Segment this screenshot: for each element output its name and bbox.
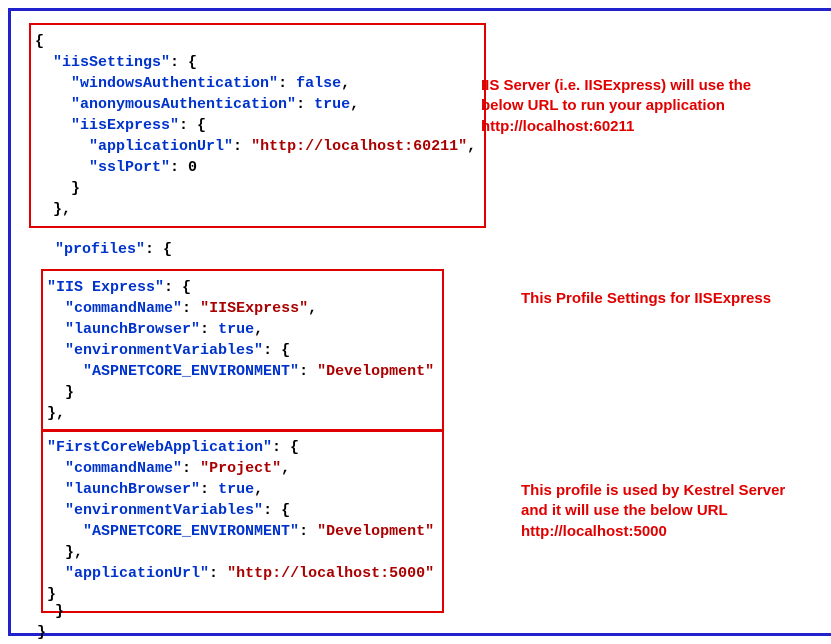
key-appurl: "applicationUrl": [89, 138, 233, 155]
annot3-line1: This profile is used by Kestrel Server: [521, 482, 785, 499]
document-frame: { "iisSettings": { "windowsAuthenticatio…: [8, 8, 831, 636]
kestrel-profile-redbox: "FirstCoreWebApplication": { "commandNam…: [41, 429, 444, 613]
kestrel-profile-block: "FirstCoreWebApplication": { "commandNam…: [41, 429, 444, 613]
val-url2: "http://localhost:5000": [227, 565, 434, 582]
key-profiles: "profiles": [55, 241, 145, 258]
iis-settings-redbox: { "iisSettings": { "windowsAuthenticatio…: [29, 23, 486, 228]
key-launchbrowser-3: "launchBrowser": [65, 481, 200, 498]
annot2-line1: This Profile Settings for IISExpress: [521, 290, 771, 307]
key-cmdname-3: "commandName": [65, 460, 182, 477]
val-true-2: true: [218, 321, 254, 338]
key-iissettings: "iisSettings": [53, 54, 170, 71]
val-url1: "http://localhost:60211": [251, 138, 467, 155]
val-dev-2: "Development": [317, 363, 434, 380]
val-true-3: true: [218, 481, 254, 498]
val-true: true: [314, 96, 350, 113]
iis-settings-block: { "iisSettings": { "windowsAuthenticatio…: [29, 23, 486, 228]
annotation-kestrel-profile: This profile is used by Kestrel Server a…: [521, 481, 785, 542]
close-brace-1: }: [55, 603, 64, 620]
key-aspnetcore-3: "ASPNETCORE_ENVIRONMENT": [83, 523, 299, 540]
val-dev-3: "Development": [317, 523, 434, 540]
key-iisexpress: "iisExpress": [71, 117, 179, 134]
key-launchbrowser-2: "launchBrowser": [65, 321, 200, 338]
annot3-line3: http://localhost:5000: [521, 523, 667, 540]
closing-braces: } }: [29, 601, 64, 643]
val-project: "Project": [200, 460, 281, 477]
annot3-line2: and it will use the below URL: [521, 502, 728, 519]
key-firstcore: "FirstCoreWebApplication": [47, 439, 272, 456]
annotation-iisexpress-profile: This Profile Settings for IISExpress: [521, 289, 771, 309]
annot1-line1: IIS Server (i.e. IISExpress) will use th…: [481, 77, 751, 94]
val-false: false: [296, 75, 341, 92]
key-envvars-3: "environmentVariables": [65, 502, 263, 519]
key-envvars-2: "environmentVariables": [65, 342, 263, 359]
key-aspnetcore-2: "ASPNETCORE_ENVIRONMENT": [83, 363, 299, 380]
annot1-line2: below URL to run your application: [481, 97, 725, 114]
iisexpress-profile-redbox: "IIS Express": { "commandName": "IISExpr…: [41, 269, 444, 432]
key-cmdname-2: "commandName": [65, 300, 182, 317]
close-brace-2: }: [37, 624, 46, 641]
annot1-line3: http://localhost:60211: [481, 118, 634, 135]
annotation-iis-server: IIS Server (i.e. IISExpress) will use th…: [481, 76, 751, 137]
brace-open: {: [35, 33, 44, 50]
key-profile-iisexpress: "IIS Express": [47, 279, 164, 296]
key-anon-auth: "anonymousAuthentication": [71, 96, 296, 113]
profiles-key-line: "profiles": {: [29, 239, 172, 260]
iisexpress-profile-block: "IIS Express": { "commandName": "IISExpr…: [41, 269, 444, 432]
val-zero: 0: [188, 159, 197, 176]
key-sslport: "sslPort": [89, 159, 170, 176]
key-windows-auth: "windowsAuthentication": [71, 75, 278, 92]
key-appurl-3: "applicationUrl": [65, 565, 209, 582]
val-iisexpress: "IISExpress": [200, 300, 308, 317]
